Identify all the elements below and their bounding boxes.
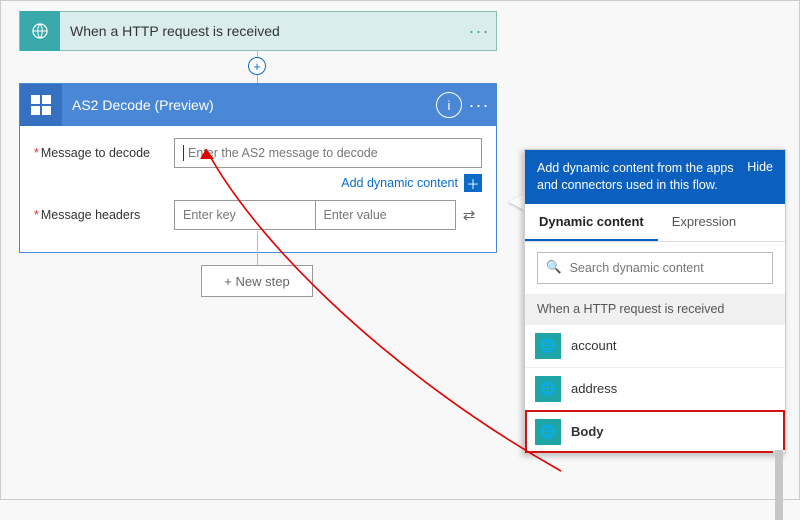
panel-scrollbar[interactable]	[773, 450, 785, 453]
dynamic-item-account[interactable]: 🌐 account	[525, 324, 785, 367]
dynamic-item-body[interactable]: 🌐 Body	[525, 410, 785, 453]
message-to-decode-input[interactable]: Enter the AS2 message to decode	[174, 138, 482, 168]
dynamic-item-address[interactable]: 🌐 address	[525, 367, 785, 410]
tab-dynamic-content[interactable]: Dynamic content	[525, 204, 658, 241]
http-request-icon: 🌐	[535, 333, 561, 359]
dynamic-content-panel: Add dynamic content from the apps and co…	[524, 149, 786, 454]
add-step-between-button[interactable]: +	[248, 57, 266, 75]
message-to-decode-label: *Message to decode	[34, 146, 174, 160]
panel-pointer	[509, 194, 524, 210]
message-headers-label: *Message headers	[34, 208, 174, 222]
as2-title: AS2 Decode (Preview)	[62, 97, 436, 113]
header-key-input[interactable]: Enter key	[174, 200, 316, 230]
dynamic-content-search-input[interactable]: 🔍 Search dynamic content	[537, 252, 773, 284]
panel-tabs: Dynamic content Expression	[525, 204, 785, 242]
connector-line-2	[257, 231, 258, 265]
search-icon: 🔍	[546, 260, 562, 275]
http-request-icon: 🌐	[535, 376, 561, 402]
as2-body: *Message to decode Enter the AS2 message…	[20, 126, 496, 252]
as2-decode-card: AS2 Decode (Preview) i ··· *Message to d…	[19, 83, 497, 253]
as2-more-menu[interactable]: ···	[462, 95, 496, 116]
section-header: When a HTTP request is received	[525, 294, 785, 324]
info-icon[interactable]: i	[436, 92, 462, 118]
add-dynamic-content-link[interactable]: Add dynamic content	[341, 176, 458, 190]
trigger-card[interactable]: When a HTTP request is received ···	[19, 11, 497, 51]
header-value-input[interactable]: Enter value	[316, 200, 457, 230]
switch-to-text-mode-icon[interactable]: ⇄	[456, 206, 482, 224]
as2-header[interactable]: AS2 Decode (Preview) i ···	[20, 84, 496, 126]
as2-connector-icon	[20, 84, 62, 126]
tab-expression[interactable]: Expression	[658, 204, 750, 241]
trigger-title: When a HTTP request is received	[60, 23, 462, 39]
add-dynamic-content-button[interactable]: ＋	[464, 174, 482, 192]
new-step-button[interactable]: + New step	[201, 265, 313, 297]
http-request-icon: 🌐	[535, 419, 561, 445]
panel-header: Add dynamic content from the apps and co…	[525, 150, 785, 204]
http-request-icon	[20, 11, 60, 51]
hide-panel-link[interactable]: Hide	[747, 160, 773, 194]
trigger-more-menu[interactable]: ···	[462, 21, 496, 42]
